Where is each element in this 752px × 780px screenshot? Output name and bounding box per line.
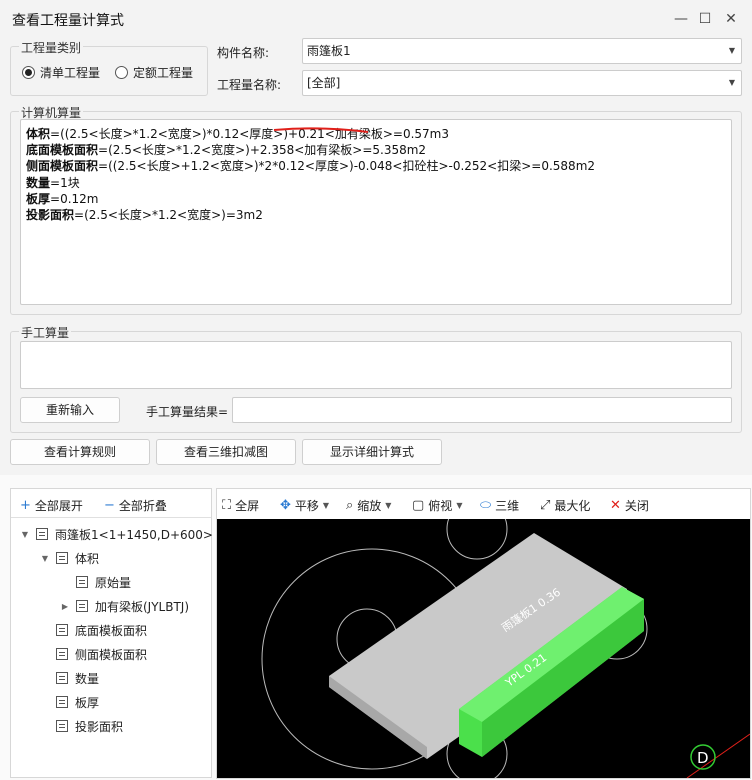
fullscreen-icon: ⛶ xyxy=(222,497,232,513)
chevron-down-icon: ▼ xyxy=(385,500,392,510)
document-icon xyxy=(56,624,68,636)
maximize-icon: ⤢ xyxy=(540,497,551,513)
zoom-label: 缩放 xyxy=(357,498,382,513)
document-icon xyxy=(56,696,68,708)
caret-down-icon: ▼ xyxy=(21,529,29,539)
close-icon: ✕ xyxy=(610,497,621,513)
chevron-down-icon: ▼ xyxy=(322,500,330,510)
move-icon: ✥ xyxy=(280,497,291,513)
pan-label: 平移 xyxy=(294,498,319,513)
top-view-icon: ▢ xyxy=(412,497,425,513)
tree-item-beam-slab[interactable]: ▶ 加有梁板(JYLBTJ) xyxy=(60,596,189,616)
document-icon xyxy=(56,720,68,732)
manual-result-label: 手工算量结果= xyxy=(146,405,229,419)
expand-all-button[interactable]: + 全部展开 xyxy=(20,496,83,514)
magnifier-icon: ⌕ xyxy=(346,497,354,513)
handle-circle xyxy=(446,519,508,560)
tree-item-projected-area[interactable]: 投影面积 xyxy=(40,716,123,736)
close-view-button[interactable]: ✕ 关闭 xyxy=(610,496,649,514)
top-view-button[interactable]: ▢ 俯视 ▼ xyxy=(412,496,462,514)
tree-item-side-formwork[interactable]: 侧面模板面积 xyxy=(40,644,147,664)
tree-item-volume[interactable]: ▼ 体积 xyxy=(40,548,99,568)
collapse-icon: − xyxy=(104,497,115,513)
tree-item-label: 板厚 xyxy=(75,695,100,710)
document-icon xyxy=(76,600,88,612)
tree-item-label: 投影面积 xyxy=(75,719,124,734)
tree-item-label: 数量 xyxy=(75,671,100,686)
tree-root-item[interactable]: ▼ 雨篷板1<1+1450,D+600> xyxy=(20,524,213,544)
collapse-all-label: 全部折叠 xyxy=(118,498,167,513)
three-d-label: 三维 xyxy=(495,498,520,513)
caret-down-icon: ▼ xyxy=(41,553,49,563)
cube-3d-icon: ⬭ xyxy=(480,497,492,513)
tree-item-label: 侧面模板面积 xyxy=(75,647,148,662)
tree-item-label: 加有梁板(JYLBTJ) xyxy=(95,599,190,614)
expand-all-label: 全部展开 xyxy=(34,498,83,513)
tree-item-thickness[interactable]: 板厚 xyxy=(40,692,99,712)
view-calc-rules-button[interactable]: 查看计算规则 xyxy=(10,439,150,465)
maximize-label: 最大化 xyxy=(554,498,591,513)
tree-item-original[interactable]: 原始量 xyxy=(60,572,131,592)
document-icon xyxy=(56,672,68,684)
tree-item-label: 体积 xyxy=(75,551,100,566)
reenter-button[interactable]: 重新输入 xyxy=(20,397,120,423)
3d-viewport[interactable]: 雨篷板1 0.36 YPL 0.21 D xyxy=(217,519,750,778)
fullscreen-label: 全屏 xyxy=(235,498,260,513)
axis-marker-label: D xyxy=(697,749,709,767)
fullscreen-button[interactable]: ⛶ 全屏 xyxy=(222,496,259,514)
collapse-all-button[interactable]: − 全部折叠 xyxy=(104,496,167,514)
caret-right-icon[interactable]: ▶ xyxy=(60,602,70,611)
manual-calc-legend: 手工算量 xyxy=(19,324,72,341)
show-detail-formula-button[interactable]: 显示详细计算式 xyxy=(302,439,442,465)
top-view-label: 俯视 xyxy=(428,498,453,513)
maximize-view-button[interactable]: ⤢ 最大化 xyxy=(540,496,590,514)
document-icon xyxy=(56,648,68,660)
manual-result-input[interactable] xyxy=(232,397,732,423)
close-label: 关闭 xyxy=(624,498,649,513)
zoom-button[interactable]: ⌕ 缩放 ▼ xyxy=(346,496,391,514)
tree-item-label: 底面模板面积 xyxy=(75,623,148,638)
manual-calc-textarea[interactable] xyxy=(20,341,732,389)
tree-item-bottom-formwork[interactable]: 底面模板面积 xyxy=(40,620,147,640)
three-d-button[interactable]: ⬭ 三维 xyxy=(480,496,519,514)
tree-item-count[interactable]: 数量 xyxy=(40,668,99,688)
tree-root-label: 雨篷板1<1+1450,D+600> xyxy=(55,527,213,542)
document-icon xyxy=(76,576,88,588)
divider xyxy=(11,517,211,518)
view-3d-deduction-button[interactable]: 查看三维扣减图 xyxy=(156,439,296,465)
chevron-down-icon: ▼ xyxy=(456,500,463,510)
document-icon xyxy=(36,528,48,540)
tree-item-label: 原始量 xyxy=(95,575,132,590)
expand-icon: + xyxy=(20,497,31,513)
pan-button[interactable]: ✥ 平移 ▼ xyxy=(280,496,329,514)
3d-scene: 雨篷板1 0.36 YPL 0.21 D xyxy=(261,519,750,778)
document-icon xyxy=(56,552,68,564)
